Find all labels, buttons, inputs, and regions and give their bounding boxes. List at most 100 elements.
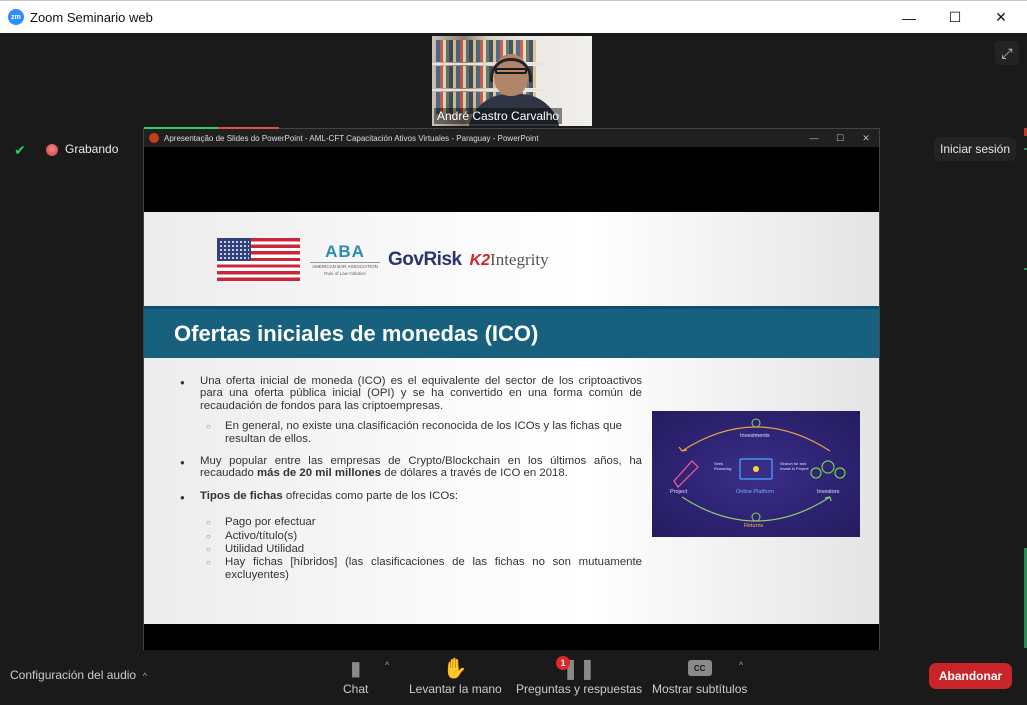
qa-button[interactable]: ❚❚ 1 Preguntas y respuestas	[516, 654, 642, 696]
bullet-icon: ●	[180, 378, 185, 387]
security-shield-icon[interactable]: ✔	[10, 140, 30, 160]
aba-name: AMERICAN BAR ASSOCIATION	[310, 262, 380, 269]
investments-icon	[751, 418, 761, 428]
bullet-text: Una oferta inicial de moneda (ICO) es el…	[200, 375, 642, 412]
window-title: Zoom Seminario web	[30, 9, 153, 25]
audio-settings-label: Configuración del audio	[10, 668, 137, 682]
share-letterbox	[144, 624, 879, 652]
sub-bullet-item: ○ Utilidad Utilidad	[206, 543, 642, 556]
returns-arrow	[681, 496, 831, 522]
slide-title: Ofertas iniciales de monedas (ICO)	[174, 321, 539, 346]
platform-glyph	[753, 466, 759, 472]
captions-label: Mostrar subtítulos	[652, 682, 748, 696]
sub-bullet-icon: ○	[206, 422, 211, 432]
close-icon: ✕	[862, 132, 870, 143]
investments-label: Investments	[740, 433, 770, 439]
maximize-icon: ☐	[835, 132, 845, 143]
close-icon: ✕	[995, 9, 1007, 25]
meeting-toolbar: Configuración del audio ^ ▮ Chat ^ ✋ Lev…	[0, 650, 1027, 705]
leave-button[interactable]: Abandonar	[929, 663, 1012, 689]
investor-icon	[834, 467, 846, 479]
invest-note: Search for and Invest in Project	[780, 461, 809, 471]
speaker-video-tile[interactable]: André Castro Carvalho	[432, 36, 592, 126]
bullet-text-bold: Tipos de fichas	[200, 489, 283, 502]
minimize-icon: —	[809, 133, 819, 143]
powerpoint-titlebar: Apresentação de Slides do PowerPoint - A…	[144, 129, 879, 147]
bullet-item: ● Una oferta inicial de moneda (ICO) es …	[180, 375, 642, 412]
slide-title-band: Ofertas iniciales de monedas (ICO)	[144, 306, 879, 358]
sub-bullet-item: ○ En general, no existe una clasificació…	[206, 420, 642, 445]
raise-hand-label: Levantar la mano	[409, 682, 502, 696]
ppt-maximize-button[interactable]: ☐	[827, 129, 853, 147]
bullet-text: Tipos de fichas ofrecidas como parte de …	[200, 490, 458, 504]
sub-bullet-text: En general, no existe una clasificación …	[225, 420, 622, 445]
platform-label: Online Platform	[736, 489, 774, 495]
chat-label: Chat	[343, 682, 369, 696]
shelf	[432, 89, 542, 91]
fullscreen-button[interactable]: ⤢	[995, 41, 1019, 65]
rocket-icon	[673, 460, 699, 488]
sub-bullet-item: ○ Pago por efectuar	[206, 516, 642, 529]
cc-icon: CC	[687, 660, 712, 676]
recording-icon	[46, 144, 58, 156]
chat-button[interactable]: ▮ Chat	[343, 654, 369, 697]
powerpoint-window-title: Apresentação de Slides do PowerPoint - A…	[164, 133, 539, 143]
us-flag-logo	[217, 238, 300, 281]
sub-bullet-text: Activo/título(s)	[225, 529, 298, 542]
govrisk-logo: GovRisk	[388, 248, 462, 270]
ppt-minimize-button[interactable]: —	[801, 129, 827, 147]
investors-icon	[821, 460, 835, 474]
bullet-icon: ●	[180, 492, 185, 502]
speaker-name: André Castro Carvalho	[434, 108, 563, 124]
powerpoint-icon	[149, 133, 159, 143]
bullet-item: ● Tipos de fichas ofrecidas como parte d…	[180, 490, 642, 504]
captions-button[interactable]: CC Mostrar subtítulos	[652, 654, 747, 696]
investments-arrow	[681, 426, 831, 452]
caret-up-icon: ^	[385, 660, 390, 670]
returns-icon	[751, 512, 761, 522]
k2-wordmark: Integrity	[490, 249, 549, 269]
cycle-arrows	[673, 418, 846, 522]
zoom-app-icon: zm	[8, 9, 24, 25]
qa-notification-badge: 1	[556, 656, 570, 670]
bullet-text-part: de dólares a través de ICO en 2018.	[381, 467, 568, 480]
recording-status: Grabando	[65, 142, 119, 156]
caret-up-icon: ^	[739, 660, 744, 670]
shared-screen: Apresentação de Slides do PowerPoint - A…	[143, 127, 880, 653]
sub-bullet-text: Pago por efectuar	[225, 516, 316, 529]
sub-bullet-icon: ○	[206, 558, 211, 568]
chat-bubble-icon: ▮	[350, 657, 362, 680]
aba-subtitle: Rule of Law Initiative	[324, 271, 366, 276]
bullet-text-bold: más de 20 mil millones	[257, 467, 382, 480]
flag-canton	[217, 238, 251, 261]
sub-bullet-icon: ○	[206, 518, 211, 528]
maximize-button[interactable]: ☐	[932, 1, 978, 34]
project-label: Project	[670, 489, 688, 495]
bullet-item: ● Muy popular entre las empresas de Cryp…	[180, 455, 642, 480]
ppt-close-button[interactable]: ✕	[853, 129, 879, 147]
minimize-button[interactable]: —	[886, 1, 932, 34]
sub-bullet-icon: ○	[206, 545, 211, 555]
qa-label: Preguntas y respuestas	[516, 682, 643, 696]
k2-mark: K2	[469, 251, 491, 269]
maximize-icon: ☐	[948, 9, 962, 25]
sub-bullet-icon: ○	[206, 531, 211, 541]
k2-integrity-logo: K2 Integrity	[470, 250, 549, 270]
close-button[interactable]: ✕	[978, 1, 1024, 34]
captions-options-caret[interactable]: ^	[739, 660, 743, 670]
caret-up-icon: ^	[142, 671, 147, 681]
signin-button[interactable]: Iniciar sesión	[934, 137, 1017, 161]
hand-icon: ✋	[442, 657, 468, 680]
window-titlebar: zm Zoom Seminario web — ☐ ✕	[0, 0, 1027, 33]
chat-options-caret[interactable]: ^	[385, 660, 389, 670]
seek-financing-note: Seek Financing	[714, 461, 732, 471]
bullet-text: Muy popular entre las empresas de Crypto…	[200, 455, 642, 480]
slide-body: ● Una oferta inicial de moneda (ICO) es …	[180, 375, 642, 581]
bullet-text-part: ofrecidas como parte de los ICOs:	[282, 489, 459, 502]
fullscreen-icon: ⤢	[1001, 44, 1013, 61]
audio-settings-button[interactable]: Configuración del audio ^	[10, 668, 147, 682]
aba-logo: ABA AMERICAN BAR ASSOCIATION Rule of Law…	[310, 243, 380, 276]
speaker-glasses	[495, 68, 527, 74]
sponsor-logos: ABA AMERICAN BAR ASSOCIATION Rule of Law…	[217, 238, 549, 281]
raise-hand-button[interactable]: ✋ Levantar la mano	[409, 654, 502, 697]
